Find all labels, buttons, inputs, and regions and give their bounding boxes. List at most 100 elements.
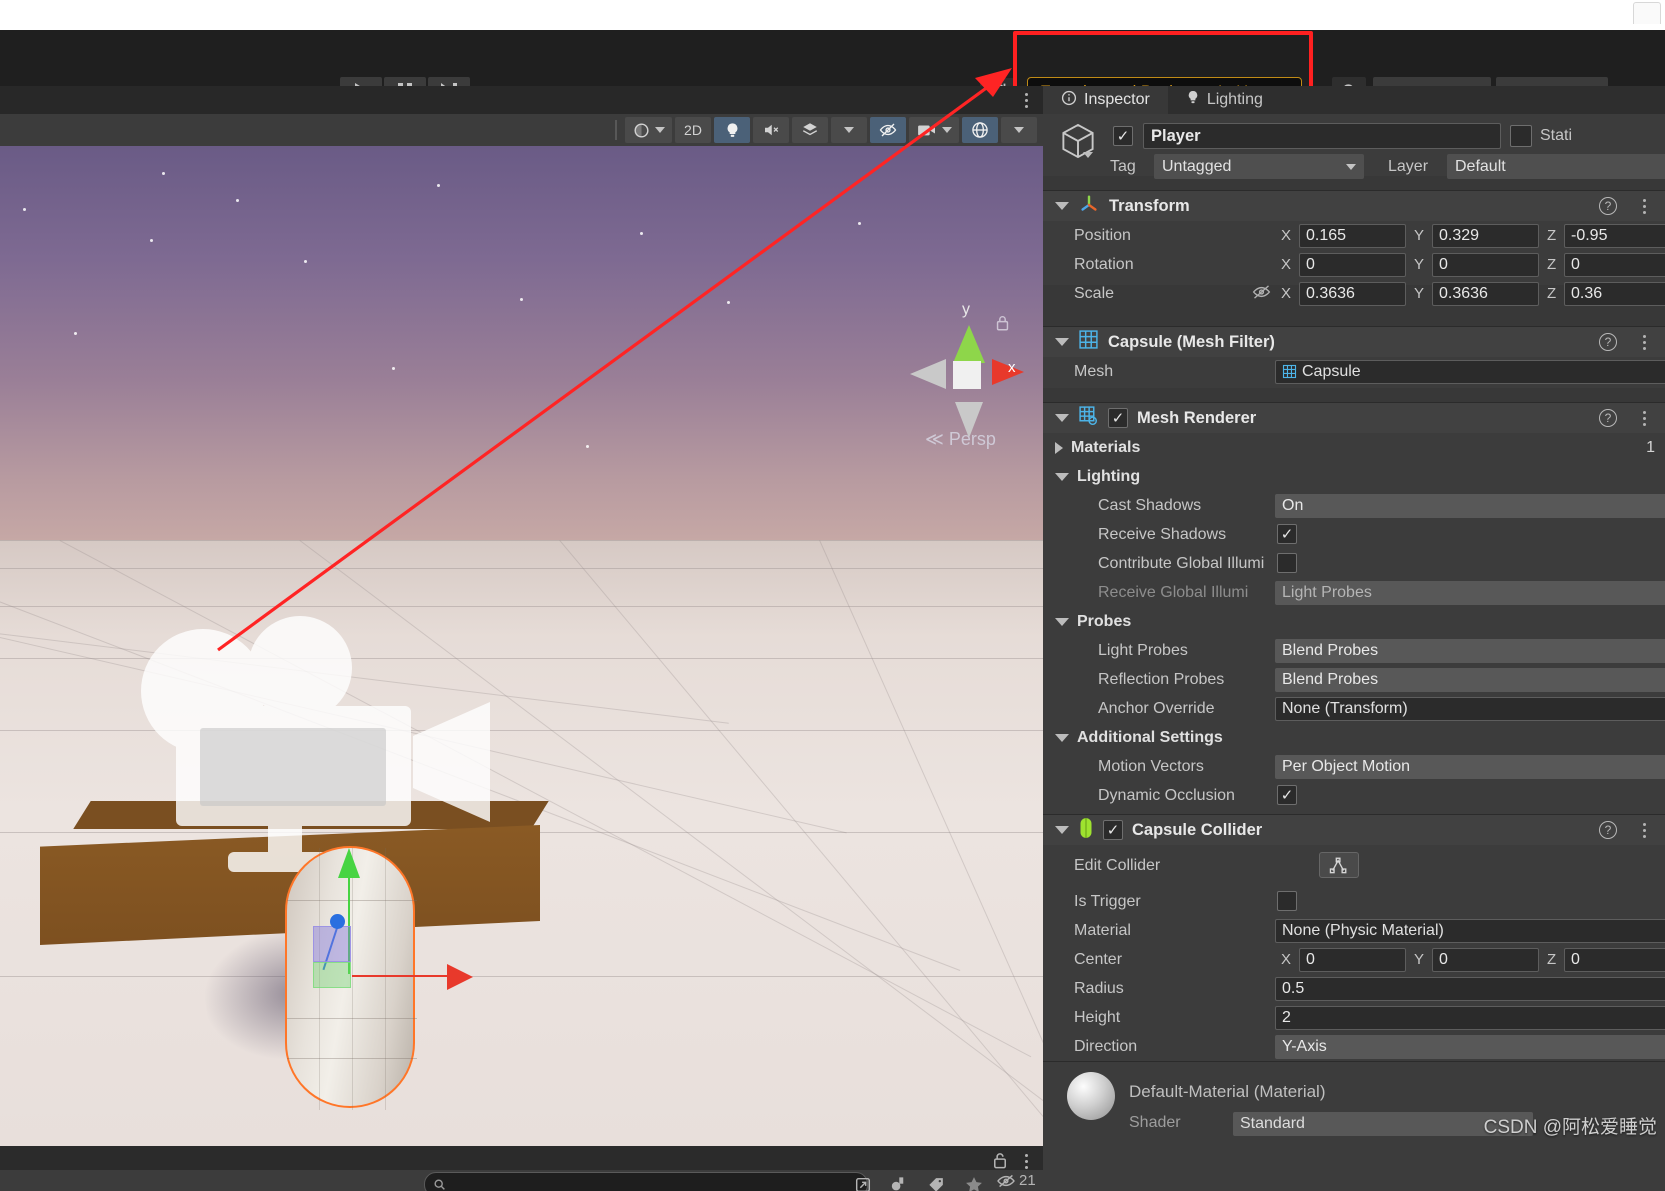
reflection-probes-dropdown[interactable]: Blend Probes — [1275, 667, 1665, 692]
scene-hidden-objects-toggle[interactable] — [870, 117, 906, 143]
gizmo-x-axis[interactable] — [352, 975, 448, 977]
foldout-icon[interactable] — [1055, 472, 1069, 481]
position-x-field[interactable]: 0.165 — [1299, 223, 1406, 248]
scene-2d-toggle[interactable]: 2D — [675, 117, 711, 143]
foldout-icon[interactable] — [1055, 617, 1069, 626]
cast-shadows-dropdown[interactable]: On — [1275, 493, 1665, 518]
tab-lighting[interactable]: Lighting — [1168, 86, 1281, 114]
static-checkbox[interactable] — [1510, 125, 1532, 147]
scale-z-field[interactable]: 0.36 — [1564, 281, 1665, 306]
section-probes[interactable]: Probes — [1043, 607, 1665, 636]
collider-height-field[interactable]: 2 — [1275, 1005, 1665, 1030]
rotation-z-field[interactable]: 0 — [1564, 252, 1665, 277]
mesh-renderer-header[interactable]: ✓ Mesh Renderer ? — [1043, 403, 1665, 433]
component-menu-icon[interactable] — [1635, 195, 1653, 217]
section-additional-settings[interactable]: Additional Settings — [1043, 723, 1665, 752]
component-menu-icon[interactable] — [1635, 331, 1653, 353]
scene-lighting-toggle[interactable] — [714, 117, 750, 143]
foldout-icon[interactable] — [1055, 202, 1069, 210]
collider-center-z-field[interactable]: 0 — [1564, 947, 1665, 972]
collider-radius-field[interactable]: 0.5 — [1275, 976, 1665, 1001]
transform-header[interactable]: Transform ? — [1043, 191, 1665, 221]
inspector-tabs-overflow[interactable] — [1651, 86, 1665, 114]
favorite-star-icon[interactable] — [956, 1172, 992, 1191]
foldout-icon[interactable] — [1055, 826, 1069, 834]
gizmo-x-handle[interactable] — [447, 964, 473, 990]
motion-vectors-value: Per Object Motion — [1282, 757, 1411, 775]
help-icon[interactable]: ? — [1599, 409, 1617, 427]
section-materials[interactable]: Materials 1 — [1043, 433, 1665, 462]
gameobject-cube-icon[interactable] — [1059, 122, 1097, 165]
component-menu-icon[interactable] — [1635, 819, 1653, 841]
tag-dropdown[interactable]: Untagged — [1154, 154, 1364, 179]
capsule-collider-header[interactable]: ✓ Capsule Collider ? — [1043, 815, 1665, 845]
section-lighting[interactable]: Lighting — [1043, 462, 1665, 491]
position-z-field[interactable]: -0.95 — [1564, 223, 1665, 248]
is-trigger-checkbox[interactable] — [1277, 891, 1297, 911]
capsule-collider-enabled-checkbox[interactable]: ✓ — [1103, 820, 1123, 840]
gizmo-xz-plane-handle[interactable] — [313, 962, 351, 988]
gameobject-name-field[interactable]: Player — [1143, 123, 1501, 149]
scene-audio-toggle[interactable] — [753, 117, 789, 143]
scene-effects-dropdown[interactable] — [831, 117, 867, 143]
tag-icon[interactable] — [918, 1172, 954, 1191]
foldout-icon[interactable] — [1055, 441, 1063, 454]
help-icon[interactable]: ? — [1599, 333, 1617, 351]
mesh-renderer-enabled-checkbox[interactable]: ✓ — [1108, 408, 1128, 428]
collider-center-y-field[interactable]: 0 — [1432, 947, 1539, 972]
gameobject-enabled-checkbox[interactable]: ✓ — [1113, 126, 1133, 146]
gizmo-z-handle[interactable] — [330, 914, 345, 929]
gizmo-center-cube[interactable] — [953, 361, 981, 389]
edit-collider-button[interactable] — [1319, 852, 1359, 878]
hidden-objects-count[interactable]: 21 — [996, 1172, 1036, 1189]
mesh-filter-header[interactable]: Capsule (Mesh Filter) ? — [1043, 327, 1665, 357]
gizmo-up-cone-icon[interactable] — [953, 325, 985, 363]
rotation-x-field[interactable]: 0 — [1299, 252, 1406, 277]
save-search-icon[interactable] — [880, 1172, 916, 1191]
scene-gizmos-dropdown[interactable] — [1001, 117, 1037, 143]
material-sphere-preview — [1067, 1072, 1115, 1120]
mesh-object-field[interactable]: Capsule — [1275, 359, 1665, 384]
scene-camera-button[interactable] — [909, 117, 959, 143]
scene-effects-toggle[interactable] — [792, 117, 828, 143]
layer-dropdown[interactable]: Default — [1447, 154, 1665, 179]
scene-viewport[interactable]: y x ≪ Persp — [0, 146, 1043, 1146]
contribute-gi-checkbox[interactable] — [1277, 553, 1297, 573]
scene-shading-mode-button[interactable] — [625, 117, 672, 143]
scene-view-orientation-gizmo[interactable]: y x ≪ Persp — [905, 301, 1035, 461]
component-menu-icon[interactable] — [1635, 407, 1653, 429]
tab-inspector[interactable]: Inspector — [1043, 86, 1168, 114]
foldout-icon[interactable] — [1055, 733, 1069, 742]
receive-shadows-checkbox[interactable]: ✓ — [1277, 524, 1297, 544]
chevron-down-icon[interactable] — [1083, 152, 1093, 158]
anchor-override-label: Anchor Override — [1098, 699, 1215, 717]
rotation-y-field[interactable]: 0 — [1432, 252, 1539, 277]
collider-material-field[interactable]: None (Physic Material) — [1275, 918, 1665, 943]
gizmo-xy-plane-handle[interactable] — [313, 926, 351, 962]
gizmo-y-handle[interactable] — [338, 848, 360, 878]
dynamic-occlusion-checkbox[interactable]: ✓ — [1277, 785, 1297, 805]
help-icon[interactable]: ? — [1599, 197, 1617, 215]
receive-gi-dropdown[interactable]: Light Probes — [1275, 580, 1665, 605]
scene-bottom-menu-icon[interactable] — [1017, 1151, 1035, 1171]
position-y-field[interactable]: 0.329 — [1432, 223, 1539, 248]
gizmo-projection-label[interactable]: ≪ Persp — [925, 429, 996, 450]
anchor-override-field[interactable]: None (Transform) — [1275, 696, 1665, 721]
search-input[interactable] — [424, 1172, 868, 1191]
gizmo-lock-icon[interactable] — [995, 314, 1010, 336]
foldout-icon[interactable] — [1055, 414, 1069, 422]
light-probes-dropdown[interactable]: Blend Probes — [1275, 638, 1665, 663]
scale-x-field[interactable]: 0.3636 — [1299, 281, 1406, 306]
collider-center-x-field[interactable]: 0 — [1299, 947, 1406, 972]
help-icon[interactable]: ? — [1599, 821, 1617, 839]
foldout-icon[interactable] — [1055, 338, 1069, 346]
scale-y-field[interactable]: 0.3636 — [1432, 281, 1539, 306]
unlink-icon[interactable] — [1251, 283, 1272, 306]
scene-menu-icon[interactable] — [1017, 90, 1035, 110]
gizmo-left-cone-icon[interactable] — [910, 359, 946, 389]
motion-vectors-dropdown[interactable]: Per Object Motion — [1275, 754, 1665, 779]
scene-gizmos-toggle[interactable] — [962, 117, 998, 143]
window-tab-edge[interactable] — [1633, 2, 1661, 24]
search-expand-icon[interactable] — [845, 1172, 881, 1191]
collider-direction-dropdown[interactable]: Y-Axis — [1275, 1034, 1665, 1059]
